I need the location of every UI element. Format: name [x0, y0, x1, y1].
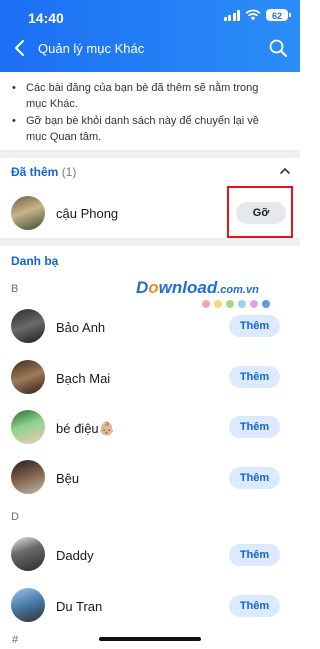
chevron-up-icon[interactable]: [278, 164, 292, 178]
avatar: [11, 460, 45, 494]
avatar: [11, 309, 45, 343]
info-note-1: • Các bài đăng của bạn bè đã thêm sẽ nằm…: [12, 82, 259, 110]
avatar: [11, 196, 45, 230]
add-button[interactable]: Thêm: [229, 595, 280, 617]
added-section-title: Đã thêm (1): [11, 165, 77, 179]
info-note-2: • Gỡ bạn bè khỏi danh sách này để chuyển…: [12, 115, 259, 143]
contact-name[interactable]: Daddy: [56, 548, 94, 563]
avatar: [11, 537, 45, 571]
add-button[interactable]: Thêm: [229, 366, 280, 388]
watermark-dots: [202, 300, 270, 308]
group-letter: D: [11, 511, 19, 523]
avatar: [11, 360, 45, 394]
group-letter: #: [12, 634, 19, 646]
contact-name[interactable]: Bệu: [56, 471, 79, 486]
app-header: 14:40 62 Quản lý mục Khác: [0, 0, 300, 72]
divider: [0, 150, 300, 158]
add-button[interactable]: Thêm: [229, 315, 280, 337]
group-letter: B: [11, 283, 19, 295]
add-button[interactable]: Thêm: [229, 467, 280, 489]
highlight-box: [227, 186, 293, 238]
home-indicator: [99, 637, 201, 641]
watermark: Download.com.vn: [136, 278, 259, 297]
contact-name[interactable]: Bạch Mai: [56, 371, 110, 386]
contact-name[interactable]: Du Tran: [56, 599, 102, 614]
battery-icon: 62: [266, 9, 291, 21]
avatar: [11, 588, 45, 622]
wifi-icon: [245, 9, 261, 21]
contact-name[interactable]: cậu Phong: [56, 206, 118, 221]
status-time: 14:40: [28, 10, 64, 26]
add-button[interactable]: Thêm: [229, 544, 280, 566]
divider: [0, 238, 300, 246]
status-icons: 62: [223, 9, 291, 21]
contact-name[interactable]: bé điệu👶🏼: [56, 421, 115, 437]
search-icon[interactable]: [268, 38, 288, 58]
add-button[interactable]: Thêm: [229, 416, 280, 438]
avatar: [11, 410, 45, 444]
contacts-section-title: Danh bạ: [11, 254, 59, 268]
chevron-left-icon[interactable]: [10, 38, 30, 58]
page-title: Quản lý mục Khác: [38, 41, 145, 56]
contact-name[interactable]: Bảo Anh: [56, 320, 105, 335]
signal-icon: [223, 9, 240, 21]
